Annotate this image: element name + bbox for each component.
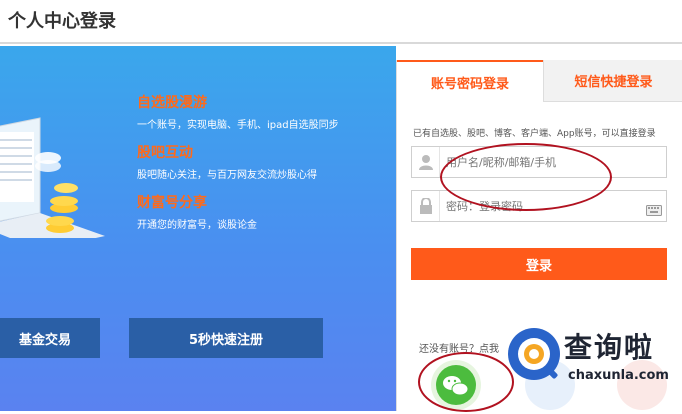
tab-sms-login[interactable]: 短信快捷登录 xyxy=(543,60,682,102)
feature-wealth: 财富号分享 开通您的财富号，谈股论金 xyxy=(137,192,257,231)
magnifier-logo-icon xyxy=(508,328,560,380)
user-icon xyxy=(412,147,440,177)
promo-banner: 自选股漫游 一个账号，实现电脑、手机、ipad自选股同步 股吧互动 股吧随心关注… xyxy=(0,46,396,411)
laptop-illustration xyxy=(0,117,105,238)
fund-trading-button[interactable]: 基金交易 xyxy=(0,318,100,358)
wechat-login-icon[interactable] xyxy=(431,360,481,410)
login-button[interactable]: 登录 xyxy=(411,248,667,280)
feature-title: 股吧互动 xyxy=(137,145,193,161)
feature-title: 自选股漫游 xyxy=(137,95,207,111)
login-hint: 已有自选股、股吧、博客、客户端、App账号，可以直接登录 xyxy=(413,129,656,139)
watermark-brand: 查询啦 xyxy=(564,331,655,364)
page-title: 个人中心登录 xyxy=(8,11,116,32)
brand-watermark: 查询啦 chaxunla.com xyxy=(500,322,680,394)
top-bar: 个人中心登录 xyxy=(0,0,682,44)
username-input[interactable] xyxy=(440,155,640,169)
register-hint[interactable]: 还没有账号？点我 xyxy=(419,340,499,355)
feature-desc: 股吧随心关注，与百万网友交流炒股心得 xyxy=(137,170,317,181)
password-field xyxy=(411,190,667,222)
username-field xyxy=(411,146,667,178)
keyboard-icon[interactable] xyxy=(646,201,662,220)
feature-desc: 一个账号，实现电脑、手机、ipad自选股同步 xyxy=(137,120,339,131)
tab-password-login[interactable]: 账号密码登录 xyxy=(397,60,543,102)
lock-icon xyxy=(412,191,440,221)
feature-desc: 开通您的财富号，谈股论金 xyxy=(137,220,257,231)
feature-title: 财富号分享 xyxy=(137,195,207,211)
password-input[interactable] xyxy=(440,199,640,213)
feature-forum: 股吧互动 股吧随心关注，与百万网友交流炒股心得 xyxy=(137,142,317,181)
quick-register-button[interactable]: 5秒快速注册 xyxy=(129,318,323,358)
watermark-domain: chaxunla.com xyxy=(568,368,669,383)
feature-watchlist: 自选股漫游 一个账号，实现电脑、手机、ipad自选股同步 xyxy=(137,92,339,131)
